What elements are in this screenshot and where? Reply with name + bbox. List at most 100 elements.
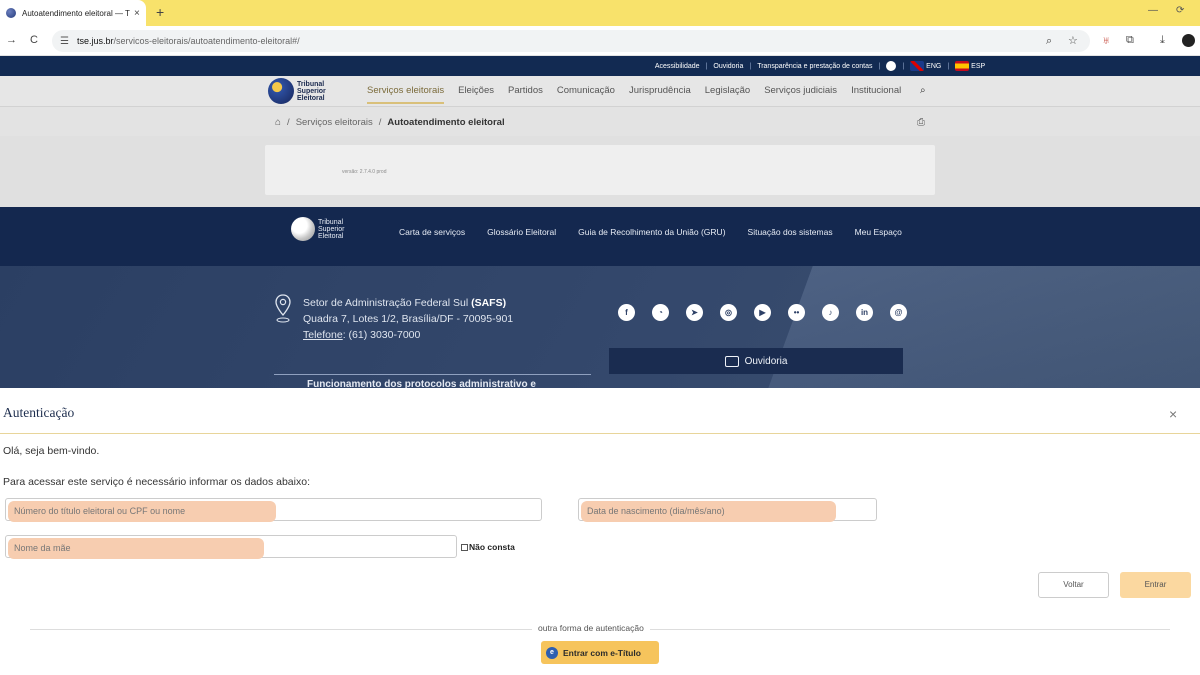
social-links: f ◔ ➤ ◎ ▶ •• ♪ in @ xyxy=(618,304,907,321)
etitulo-button[interactable]: e Entrar com e-Título xyxy=(541,641,659,664)
nav-servicos-judiciais[interactable]: Serviços judiciais xyxy=(764,85,837,104)
telegram-icon[interactable]: ➤ xyxy=(686,304,703,321)
bookmark-star-icon[interactable]: ☆ xyxy=(1068,34,1078,47)
breadcrumb: ⌂ / Serviços eleitorais / Autoatendiment… xyxy=(275,117,505,128)
tab-title: Autoatendimento eleitoral — T xyxy=(22,8,130,18)
accessibility-link[interactable]: Acessibilidade xyxy=(655,63,700,70)
transparency-link[interactable]: Transparência e prestação de contas xyxy=(757,63,872,70)
mother-name-input[interactable]: Nome da mãe xyxy=(5,535,457,559)
footer-logo[interactable]: Tribunal Superior Eleitoral xyxy=(291,217,358,241)
nav-servicos-eleitorais[interactable]: Serviços eleitorais xyxy=(367,85,445,104)
footer-glossario[interactable]: Glossário Eleitoral xyxy=(487,227,556,237)
close-icon[interactable]: × xyxy=(1169,406,1177,422)
divider xyxy=(274,374,591,375)
breadcrumb-sep: / xyxy=(378,117,382,128)
etitulo-icon: e xyxy=(546,646,558,659)
content-card: versão: 2.7.4.0 prod xyxy=(265,145,935,195)
browser-tab-strip: Autoatendimento eleitoral — T × + — ⟳ xyxy=(0,0,1200,26)
download-icon[interactable]: ⤓ xyxy=(1160,34,1165,47)
funcionamento-text: Funcionamento dos protocolos administrat… xyxy=(307,379,536,388)
titulo-placeholder: Número do título eleitoral ou CPF ou nom… xyxy=(8,501,276,522)
nao-consta-label: Não consta xyxy=(469,542,515,552)
threads-icon[interactable]: @ xyxy=(890,304,907,321)
favicon-icon xyxy=(6,8,16,18)
nav-partidos[interactable]: Partidos xyxy=(508,85,543,104)
instructions-text: Para acessar este serviço é necessário i… xyxy=(3,476,310,488)
chat-icon xyxy=(724,355,739,367)
auth-modal: Autenticação × Olá, seja bem-vindo. Para… xyxy=(0,388,1200,675)
footer-nav: Tribunal Superior Eleitoral Carta de servi… xyxy=(0,207,1200,266)
browser-tab[interactable]: Autoatendimento eleitoral — T × xyxy=(0,0,146,26)
nav-comunicacao[interactable]: Comunicação xyxy=(557,85,615,104)
address-url: tse.jus.br/servicos-eleitorais/autoatend… xyxy=(76,36,300,46)
breadcrumb-sep: / xyxy=(287,117,290,128)
titulo-cpf-nome-input[interactable]: Número do título eleitoral ou CPF ou nom… xyxy=(5,498,542,522)
browser-toolbar: → C ☰ tse.jus.br/servicos-eleitorais/aut… xyxy=(0,26,1200,56)
etitulo-label: Entrar com e-Título xyxy=(563,647,641,658)
footer-globe-icon xyxy=(291,217,315,241)
zoom-icon[interactable]: ⌕ xyxy=(1046,35,1052,48)
breadcrumb-servicos[interactable]: Serviços eleitorais xyxy=(296,117,373,128)
facebook-icon[interactable]: f xyxy=(618,304,635,321)
nav-jurisprudencia[interactable]: Jurisprudência xyxy=(629,85,691,104)
voltar-button[interactable]: Voltar xyxy=(1038,572,1109,598)
footer-carta-servicos[interactable]: Carta de serviços xyxy=(399,227,465,237)
lang-esp-link[interactable]: ESP xyxy=(955,61,985,71)
birth-date-placeholder: Data de nascimento (dia/mês/ano) xyxy=(581,501,836,522)
youtube-icon[interactable]: ▶ xyxy=(754,304,771,321)
footer-logo-text: Tribunal Superior Eleitoral xyxy=(318,218,345,240)
profile-icon[interactable] xyxy=(1182,34,1195,47)
main-nav: Tribunal Superior Eleitoral Serviços eleit… xyxy=(0,76,1200,106)
search-icon[interactable]: ⌕ xyxy=(920,85,926,96)
ouvidoria-button[interactable]: Ouvidoria xyxy=(609,348,903,374)
home-icon[interactable]: ⌂ xyxy=(275,117,281,128)
address-bar[interactable]: ☰ tse.jus.br/servicos-eleitorais/autoate… xyxy=(52,30,1090,52)
entrar-button[interactable]: Entrar xyxy=(1120,572,1191,598)
alt-auth-label: outra forma de autenticação xyxy=(532,623,650,633)
lang-eng-link[interactable]: ENG xyxy=(910,61,941,71)
phone-link[interactable]: Telefone xyxy=(303,329,343,341)
nav-eleicoes[interactable]: Eleições xyxy=(458,85,494,104)
nav-institucional[interactable]: Institucional xyxy=(851,85,901,104)
print-icon[interactable]: ⎙ xyxy=(917,117,925,128)
info-icon[interactable]: i xyxy=(886,61,897,71)
separator: | xyxy=(947,62,950,70)
separator: | xyxy=(705,62,708,70)
footer-situacao-sistemas[interactable]: Situação dos sistemas xyxy=(748,227,833,237)
breadcrumb-bar: ⌂ / Serviços eleitorais / Autoatendiment… xyxy=(0,106,1200,136)
site-settings-icon[interactable]: ☰ xyxy=(60,36,69,47)
welcome-text: Olá, seja bem-vindo. xyxy=(3,445,100,457)
breadcrumb-current: Autoatendimento eleitoral xyxy=(387,117,505,128)
site-top-bar: Acessibilidade | Ouvidoria | Transparênc… xyxy=(0,56,1200,76)
checkbox-box[interactable] xyxy=(461,543,468,551)
location-pin-icon xyxy=(275,294,291,323)
instagram-icon[interactable]: ◎ xyxy=(720,304,737,321)
tse-logo[interactable]: Tribunal Superior Eleitoral xyxy=(268,78,337,104)
version-text: versão: 2.7.4.0 prod xyxy=(342,169,387,175)
tiktok-icon[interactable]: ♪ xyxy=(822,304,839,321)
uk-flag-icon xyxy=(910,61,925,71)
ouvidoria-link[interactable]: Ouvidoria xyxy=(713,63,743,70)
extension-icon[interactable]: ♅ xyxy=(1102,35,1110,47)
back-icon[interactable]: → xyxy=(6,34,17,46)
separator: | xyxy=(902,62,905,70)
flickr-icon[interactable]: •• xyxy=(788,304,805,321)
minimize-icon[interactable]: — xyxy=(1148,5,1158,16)
nao-consta-checkbox[interactable]: Não consta xyxy=(461,542,515,552)
new-tab-button[interactable]: + xyxy=(156,4,164,20)
footer-nav-items: Carta de serviços Glossário Eleitoral Gu… xyxy=(399,227,902,237)
footer-meu-espaco[interactable]: Meu Espaço xyxy=(855,227,902,237)
linkedin-icon[interactable]: in xyxy=(856,304,873,321)
content-area: versão: 2.7.4.0 prod xyxy=(0,136,1200,207)
puzzle-icon[interactable]: ⧉ xyxy=(1126,34,1134,47)
tse-globe-icon xyxy=(268,78,294,104)
nav-legislacao[interactable]: Legislação xyxy=(705,85,750,104)
birth-date-input[interactable]: Data de nascimento (dia/mês/ano) xyxy=(578,498,877,522)
restore-icon[interactable]: ⟳ xyxy=(1176,5,1184,16)
tab-close-icon[interactable]: × xyxy=(134,8,140,19)
whatsapp-icon[interactable]: ◔ xyxy=(652,304,669,321)
mother-name-placeholder: Nome da mãe xyxy=(8,538,264,559)
footer-gru[interactable]: Guia de Recolhimento da União (GRU) xyxy=(578,227,725,237)
reload-icon[interactable]: C xyxy=(30,34,38,46)
modal-title: Autenticação xyxy=(3,405,75,420)
